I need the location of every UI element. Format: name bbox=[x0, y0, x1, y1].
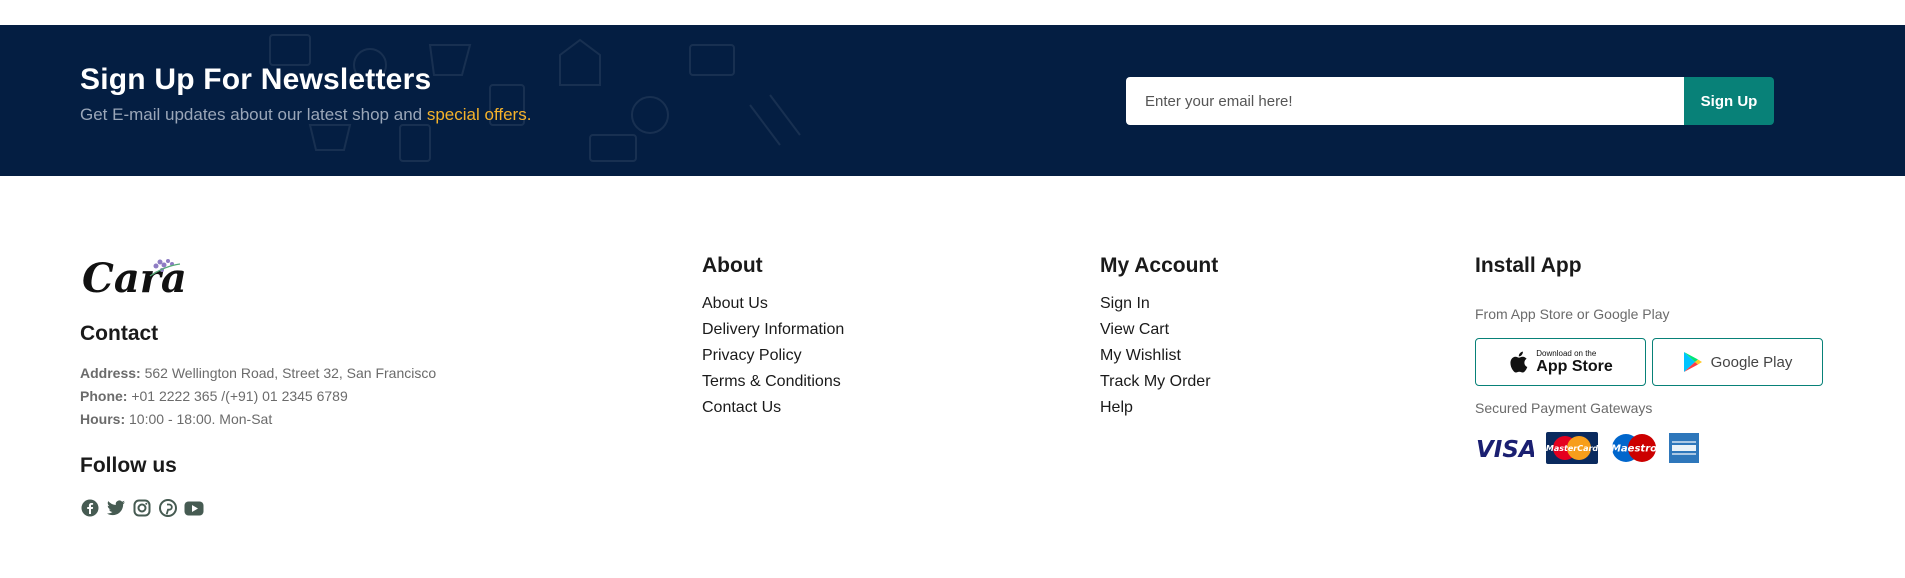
visa-text: VISA bbox=[1476, 437, 1534, 460]
maestro-icon: Maestro bbox=[1608, 432, 1660, 464]
contact-phone: Phone: +01 2222 365 /(+91) 01 2345 6789 bbox=[80, 388, 348, 404]
about-heading: About bbox=[702, 254, 763, 277]
apple-icon bbox=[1510, 351, 1528, 373]
google-play-icon bbox=[1683, 352, 1702, 372]
newsletter-form: Sign Up bbox=[1126, 77, 1774, 125]
help-link[interactable]: Help bbox=[1100, 399, 1133, 417]
follow-us-heading: Follow us bbox=[80, 454, 177, 477]
mastercard-icon: MasterCard bbox=[1546, 432, 1598, 464]
address-label: Address: bbox=[80, 365, 141, 381]
sign-up-button[interactable]: Sign Up bbox=[1684, 77, 1774, 125]
newsletter-title: Sign Up For Newsletters bbox=[80, 63, 432, 96]
facebook-icon[interactable] bbox=[80, 498, 100, 518]
special-offers-highlight: special offers. bbox=[426, 105, 532, 124]
address-value: 562 Wellington Road, Street 32, San Fran… bbox=[144, 365, 437, 381]
app-store-small-text: Download on the bbox=[1536, 349, 1597, 358]
instagram-icon[interactable] bbox=[132, 498, 152, 518]
contact-hours: Hours: 10:00 - 18:00. Mon-Sat bbox=[80, 411, 272, 427]
contact-address: Address: 562 Wellington Road, Street 32,… bbox=[80, 365, 436, 381]
youtube-icon[interactable] bbox=[184, 498, 204, 518]
my-account-heading: My Account bbox=[1100, 254, 1219, 277]
phone-label: Phone: bbox=[80, 388, 128, 404]
logo-image: Cara bbox=[82, 255, 187, 302]
gateways-text: Secured Payment Gateways bbox=[1475, 400, 1653, 416]
my-wishlist-link[interactable]: My Wishlist bbox=[1100, 347, 1181, 365]
maestro-text: Maestro bbox=[1611, 444, 1657, 455]
app-store-button[interactable]: Download on the App Store bbox=[1475, 338, 1646, 386]
newsletter-subtitle-text: Get E-mail updates about our latest shop… bbox=[80, 105, 423, 124]
terms-conditions-link[interactable]: Terms & Conditions bbox=[702, 373, 841, 391]
app-store-text: Download on the App Store bbox=[1536, 349, 1612, 375]
pinterest-icon[interactable] bbox=[158, 498, 178, 518]
sign-in-link[interactable]: Sign In bbox=[1100, 295, 1150, 313]
newsletter-subtitle: Get E-mail updates about our latest shop… bbox=[80, 105, 531, 125]
hours-label: Hours: bbox=[80, 411, 126, 427]
social-icons bbox=[80, 498, 204, 518]
visa-icon: VISA bbox=[1475, 432, 1535, 464]
contact-heading: Contact bbox=[80, 322, 159, 345]
cara-logo[interactable]: Cara bbox=[80, 252, 190, 307]
logo-text: Cara bbox=[82, 255, 187, 302]
privacy-policy-link[interactable]: Privacy Policy bbox=[702, 347, 802, 365]
stores-text: From App Store or Google Play bbox=[1475, 306, 1670, 322]
shopping-pattern-decoration bbox=[269, 34, 801, 162]
delivery-information-link[interactable]: Delivery Information bbox=[702, 321, 844, 339]
newsletter-banner: Sign Up For Newsletters Get E-mail updat… bbox=[0, 25, 1905, 176]
app-store-big-text: App Store bbox=[1536, 358, 1613, 375]
google-play-text: Google Play bbox=[1710, 353, 1793, 371]
contact-us-link[interactable]: Contact Us bbox=[702, 399, 781, 417]
mastercard-text: MasterCard bbox=[1546, 444, 1598, 453]
hours-value: 10:00 - 18:00. Mon-Sat bbox=[129, 411, 273, 427]
view-cart-link[interactable]: View Cart bbox=[1100, 321, 1169, 339]
american-express-icon bbox=[1669, 432, 1699, 464]
twitter-icon[interactable] bbox=[106, 498, 126, 518]
email-input[interactable] bbox=[1126, 77, 1684, 125]
phone-value: +01 2222 365 /(+91) 01 2345 6789 bbox=[131, 388, 348, 404]
google-play-button[interactable]: Google Play bbox=[1652, 338, 1823, 386]
install-app-heading: Install App bbox=[1475, 254, 1582, 277]
about-us-link[interactable]: About Us bbox=[702, 295, 768, 313]
track-my-order-link[interactable]: Track My Order bbox=[1100, 373, 1211, 391]
